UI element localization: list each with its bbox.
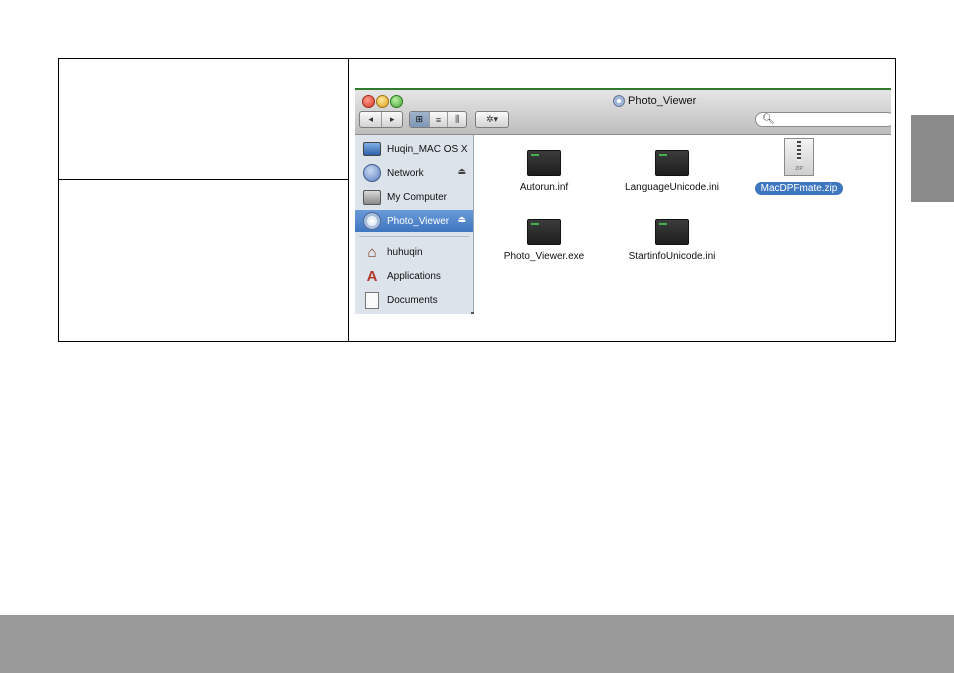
- executable-file-icon: [655, 150, 689, 176]
- sidebar-item-label: Photo_Viewer: [387, 215, 450, 227]
- file-name: LanguageUnicode.ini: [625, 182, 719, 193]
- window-title: Photo_Viewer: [613, 95, 696, 107]
- back-button[interactable]: ◂: [360, 112, 381, 127]
- executable-file-icon: [527, 150, 561, 176]
- applications-icon: A: [366, 267, 378, 285]
- file-item-photo-viewer-exe[interactable]: Photo_Viewer.exe: [484, 219, 604, 262]
- sidebar-separator: [359, 236, 469, 237]
- file-item-languageunicode-ini[interactable]: LanguageUnicode.ini: [612, 150, 732, 193]
- sidebar-item-applications[interactable]: A Applications: [355, 265, 473, 287]
- table-cell-top-left: [59, 59, 348, 179]
- zip-file-icon: ZIP: [784, 138, 814, 176]
- forward-arrow-icon: ▸: [389, 114, 395, 124]
- sidebar-item-label: Huqin_MAC OS X: [387, 143, 468, 155]
- file-item-startinfounicode-ini[interactable]: StartinfoUnicode.ini: [612, 219, 732, 262]
- executable-file-icon: [527, 219, 561, 245]
- drive-icon: [363, 189, 381, 205]
- table-cell-bottom-left: [59, 180, 348, 341]
- language-side-tab: [911, 115, 954, 202]
- list-view-icon: ≡: [435, 114, 442, 125]
- sidebar-item-label: huhuqin: [387, 246, 423, 258]
- finder-sidebar: Huqin_MAC OS X Network ⏏ My Computer Pho…: [355, 135, 474, 314]
- sidebar-item-label: Documents: [387, 294, 438, 306]
- search-icon: 🔍︎: [762, 114, 775, 125]
- forward-button[interactable]: ▸: [381, 112, 402, 127]
- document-icon: [365, 291, 379, 309]
- zip-badge: ZIP: [795, 166, 803, 172]
- sidebar-item-huqin-mac-os-x[interactable]: Huqin_MAC OS X: [355, 138, 473, 160]
- file-browser-pane: Autorun.inf LanguageUnicode.ini ZIP MacD…: [474, 135, 891, 314]
- icon-view-icon: ⊞: [415, 114, 424, 124]
- page-footer-bar: [0, 615, 954, 673]
- column-view-icon: ⫼: [455, 114, 460, 124]
- executable-file-icon: [655, 219, 689, 245]
- close-window-button[interactable]: [362, 95, 375, 108]
- file-name: MacDPFmate.zip: [754, 182, 844, 195]
- action-menu-button[interactable]: ✲▾: [476, 112, 508, 127]
- file-name: StartinfoUnicode.ini: [628, 251, 716, 262]
- search-input[interactable]: 🔍︎: [755, 112, 891, 127]
- eject-icon[interactable]: ⏏: [457, 214, 466, 225]
- sidebar-item-documents[interactable]: Documents: [355, 289, 473, 311]
- icon-view-button[interactable]: ⊞: [410, 112, 429, 127]
- action-menu-group: ✲▾: [475, 111, 509, 128]
- eject-icon[interactable]: ⏏: [457, 166, 466, 177]
- table-column-divider: [348, 59, 349, 341]
- back-arrow-icon: ◂: [368, 114, 373, 124]
- monitor-icon: [363, 142, 381, 156]
- file-item-macdpfmate-zip[interactable]: ZIP MacDPFmate.zip: [739, 138, 859, 196]
- globe-icon: [363, 164, 381, 182]
- finder-window: Photo_Viewer ◂ ▸ ⊞ ≡ ⫼ ✲▾ 🔍︎ Huqin_MAC O…: [355, 88, 891, 314]
- sidebar-item-photo-viewer[interactable]: Photo_Viewer ⏏: [355, 210, 473, 232]
- gear-icon: ✲▾: [485, 114, 499, 124]
- sidebar-item-label: My Computer: [387, 191, 448, 203]
- sidebar-item-huhuqin[interactable]: ⌂ huhuqin: [355, 241, 473, 263]
- home-icon: ⌂: [367, 243, 377, 261]
- sidebar-item-label: Network: [387, 167, 424, 179]
- file-name: Autorun.inf: [519, 182, 569, 193]
- list-view-button[interactable]: ≡: [428, 112, 448, 127]
- minimize-window-button[interactable]: [376, 95, 389, 108]
- disc-icon: [363, 212, 381, 230]
- finder-titlebar: Photo_Viewer ◂ ▸ ⊞ ≡ ⫼ ✲▾ 🔍︎: [355, 90, 891, 135]
- file-name: Photo_Viewer.exe: [503, 251, 585, 262]
- column-view-button[interactable]: ⫼: [447, 112, 466, 127]
- sidebar-item-label: Applications: [387, 270, 441, 282]
- zoom-window-button[interactable]: [390, 95, 403, 108]
- view-mode-group: ⊞ ≡ ⫼: [409, 111, 467, 128]
- file-item-autorun-inf[interactable]: Autorun.inf: [484, 150, 604, 193]
- disc-icon: [613, 95, 625, 107]
- sidebar-item-network[interactable]: Network ⏏: [355, 162, 473, 184]
- back-forward-group: ◂ ▸: [359, 111, 403, 128]
- window-title-text: Photo_Viewer: [628, 95, 697, 107]
- sidebar-item-my-computer[interactable]: My Computer: [355, 186, 473, 208]
